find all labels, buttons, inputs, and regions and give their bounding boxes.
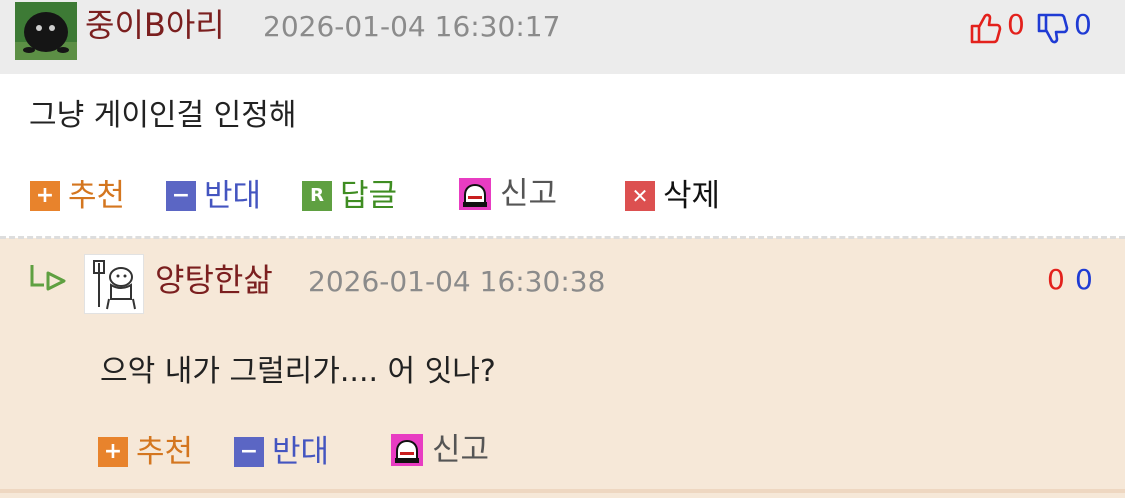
plus-icon: + [98, 437, 128, 467]
report-label: 신고 [432, 431, 490, 468]
r-icon: R [302, 181, 332, 211]
delete-label: 삭제 [663, 177, 721, 214]
comment-text: 그냥 게이인걸 인정해 [29, 98, 297, 133]
minus-icon: − [166, 181, 196, 211]
reply-label: 답글 [340, 177, 398, 214]
plus-icon: + [30, 181, 60, 211]
minus-icon: − [234, 437, 264, 467]
avatar[interactable] [84, 254, 144, 314]
delete-button[interactable]: ✕ 삭제 [625, 178, 720, 214]
recommend-label: 추천 [68, 177, 126, 214]
recommend-label: 추천 [136, 433, 194, 470]
oppose-button[interactable]: − 반대 [234, 434, 329, 470]
username[interactable]: 양탕한삶 [155, 264, 273, 296]
divider-bottom [0, 489, 1125, 493]
username[interactable]: 중이B아리 [85, 9, 225, 41]
oppose-label: 반대 [272, 433, 330, 470]
upvote-count: 0 [1047, 263, 1065, 296]
reply-arrow-icon [30, 265, 66, 291]
reply-button[interactable]: R 답글 [302, 178, 397, 214]
avatar-image [15, 2, 77, 60]
avatar-image [85, 255, 143, 313]
avatar[interactable] [15, 2, 77, 60]
alarm-icon [459, 178, 491, 210]
report-button[interactable]: 신고 [458, 176, 557, 212]
timestamp: 2026-01-04 16:30:38 [308, 265, 606, 298]
divider [0, 236, 1125, 239]
report-button[interactable]: 신고 [390, 432, 489, 468]
oppose-button[interactable]: − 반대 [166, 178, 261, 214]
reply-text: 으악 내가 그럴리가.... 어 잇나? [100, 354, 496, 389]
downvote-count: 0 [1075, 263, 1093, 296]
report-label: 신고 [500, 175, 558, 212]
thumbs-up-icon[interactable] [968, 11, 1002, 45]
downvote-count: 0 [1074, 8, 1092, 41]
thumbs-down-icon[interactable] [1035, 12, 1069, 46]
x-icon: ✕ [625, 181, 655, 211]
alarm-icon [391, 434, 423, 466]
oppose-label: 반대 [204, 177, 262, 214]
upvote-count: 0 [1007, 8, 1025, 41]
timestamp: 2026-01-04 16:30:17 [263, 10, 561, 43]
recommend-button[interactable]: + 추천 [98, 434, 193, 470]
recommend-button[interactable]: + 추천 [30, 178, 125, 214]
